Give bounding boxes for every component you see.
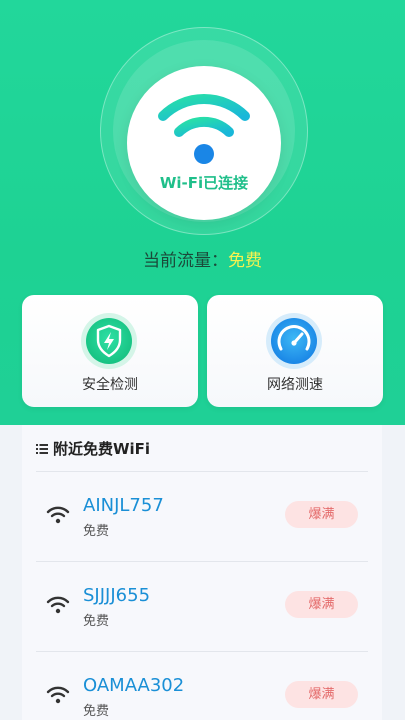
- security-check-card[interactable]: 安全检测: [22, 295, 198, 407]
- wifi-icon: [158, 94, 250, 164]
- wifi-ssid: OAMAA302: [83, 675, 185, 696]
- speed-test-label: 网络测速: [267, 377, 323, 393]
- speed-test-card[interactable]: 网络测速: [207, 295, 383, 407]
- wifi-signal-icon: [46, 506, 70, 524]
- nearby-wifi-title: 附近免费WiFi: [36, 438, 150, 459]
- wifi-ssid: AINJL757: [83, 495, 164, 516]
- security-check-label: 安全检测: [82, 377, 138, 393]
- wifi-list-item[interactable]: SJJJJ655 免费 爆满: [22, 562, 382, 651]
- wifi-list-item[interactable]: OAMAA302 免费 爆满: [22, 652, 382, 720]
- nearby-wifi-list: 附近免费WiFi AINJL757 免费 爆满 SJJJJ655 免费 爆满 O…: [22, 425, 382, 720]
- wifi-ssid: SJJJJ655: [83, 585, 151, 606]
- connection-status-button[interactable]: Wi-Fi已连接: [127, 66, 281, 220]
- wifi-signal-icon: [46, 686, 70, 704]
- connection-status-label: Wi-Fi已连接: [159, 174, 249, 192]
- wifi-price: 免费: [83, 614, 110, 629]
- shield-lightning-icon: [81, 313, 137, 369]
- wifi-list-item[interactable]: AINJL757 免费 爆满: [22, 472, 382, 561]
- crowded-badge: 爆满: [285, 681, 358, 708]
- crowded-badge: 爆满: [285, 591, 358, 618]
- traffic-label: 当前流量：: [143, 251, 228, 271]
- nearby-wifi-title-text: 附近免费WiFi: [53, 440, 151, 458]
- traffic-info: 当前流量：免费: [0, 246, 405, 271]
- list-icon: [36, 444, 48, 454]
- traffic-value: 免费: [228, 251, 262, 271]
- wifi-price: 免费: [83, 704, 110, 719]
- wifi-signal-icon: [46, 596, 70, 614]
- wifi-price: 免费: [83, 524, 110, 539]
- speedometer-icon: [266, 313, 322, 369]
- crowded-badge: 爆满: [285, 501, 358, 528]
